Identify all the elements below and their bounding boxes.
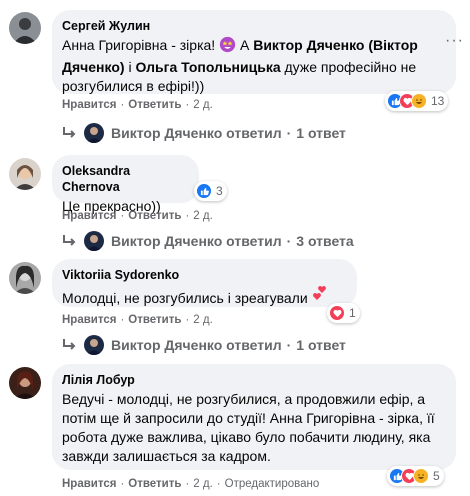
reply-button[interactable]: Ответить [128, 478, 181, 490]
reply-count: 1 ответ [296, 125, 346, 141]
comment-author[interactable]: Сергей Жулин [62, 18, 444, 34]
reaction-count: 5 [433, 469, 440, 483]
avatar [84, 335, 104, 355]
avatar[interactable] [9, 262, 41, 294]
reaction-count: 13 [431, 94, 445, 108]
timestamp[interactable]: 2 д. [193, 314, 213, 326]
more-dots-icon[interactable]: ··· [445, 32, 464, 50]
avatar [84, 123, 104, 143]
star-struck-emoji [219, 36, 236, 58]
reactions-summary[interactable]: 13 [385, 91, 449, 111]
reaction-count: 1 [349, 306, 356, 320]
hearts-emoji [312, 285, 328, 306]
like-button[interactable]: Нравится [62, 478, 116, 490]
reply-summary: Виктор Дяченко ответил [111, 125, 282, 141]
haha-icon [413, 468, 429, 484]
avatar[interactable] [9, 158, 41, 190]
comment-author[interactable]: Лілія Лобур [62, 372, 444, 388]
comment-actions: Нравится · Ответить · 2 д. · Отредактировано [62, 478, 320, 490]
reply-button[interactable]: Ответить [128, 99, 181, 111]
reply-count: 3 ответа [296, 233, 354, 249]
comment-bubble: Лілія Лобур Ведучі - молодці, не розгуби… [52, 364, 456, 470]
comment-bubble: Oleksandra Chernova Це прекрасно)) [52, 155, 199, 214]
like-button[interactable]: Нравится [62, 210, 116, 222]
love-icon [329, 305, 345, 321]
tag-olga-topolnytska[interactable]: Ольга Топольницька [135, 59, 280, 75]
reactions-summary[interactable]: 1 [327, 303, 360, 323]
replies-link[interactable]: Виктор Дяченко ответил · 3 ответа [62, 229, 354, 253]
comment-bubble: Сергей Жулин Анна Григорівна - зірка! А … [52, 10, 456, 94]
reply-count: 1 ответ [296, 337, 346, 353]
reply-arrow-icon [63, 235, 76, 246]
timestamp[interactable]: 2 д. [193, 478, 213, 490]
replies-link[interactable]: Виктор Дяченко ответил · 1 ответ [62, 333, 346, 357]
comment-author[interactable]: Viktoriia Sydorenko [62, 267, 345, 283]
comment-text: Молодці, не розгубились і зреагували [62, 285, 345, 308]
timestamp[interactable]: 2 д. [193, 210, 213, 222]
avatar[interactable] [9, 367, 41, 399]
comment-actions: Нравится · Ответить · 2 д. [62, 314, 213, 326]
edited-label: Отредактировано [224, 478, 320, 490]
like-button[interactable]: Нравится [62, 314, 116, 326]
comment-author[interactable]: Oleksandra Chernova [62, 163, 187, 195]
reply-button[interactable]: Ответить [128, 210, 181, 222]
reactions-summary[interactable]: 3 [194, 181, 227, 201]
like-button[interactable]: Нравится [62, 99, 116, 111]
avatar [84, 231, 104, 251]
comment-text: Анна Григорівна - зірка! А Виктор Дяченк… [62, 36, 418, 94]
avatar[interactable] [9, 12, 41, 44]
reply-arrow-icon [63, 127, 76, 138]
comment-text: Ведучі - молодці, не розгубилися, а прод… [62, 391, 435, 464]
replies-link[interactable]: Виктор Дяченко ответил · 1 ответ [62, 121, 346, 145]
like-icon [196, 183, 212, 199]
comment-actions: Нравится · Ответить · 2 д. [62, 99, 213, 111]
reply-arrow-icon [63, 339, 76, 350]
timestamp[interactable]: 2 д. [193, 99, 213, 111]
reply-summary: Виктор Дяченко ответил [111, 233, 282, 249]
reply-summary: Виктор Дяченко ответил [111, 337, 282, 353]
reactions-summary[interactable]: 5 [387, 466, 444, 486]
haha-icon [411, 93, 427, 109]
comment-actions: Нравится · Ответить · 2 д. [62, 210, 213, 222]
comment-bubble: Viktoriia Sydorenko Молодці, не розгубил… [52, 259, 357, 307]
reply-button[interactable]: Ответить [128, 314, 181, 326]
reaction-count: 3 [216, 184, 223, 198]
